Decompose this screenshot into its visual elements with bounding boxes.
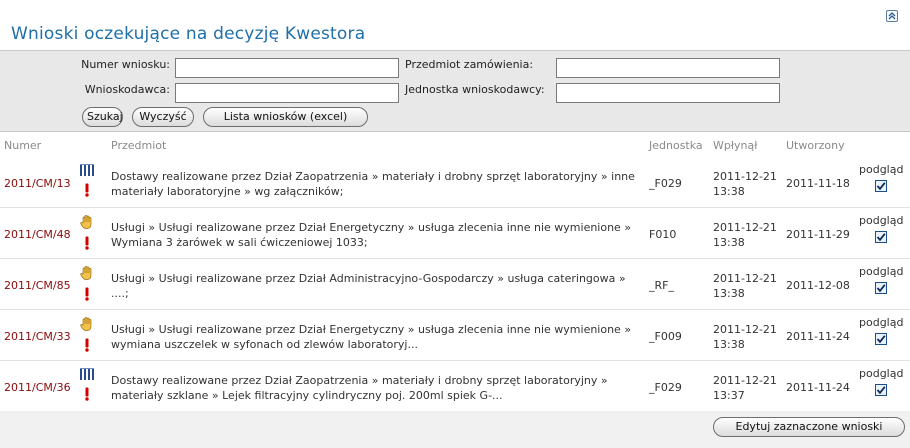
subject-text: Usługi » Usługi realizowane przez Dział … [111,272,626,300]
table-row: 2011/CM/48 Usługi » Usługi realizowane pr… [0,208,910,259]
col-przedmiot[interactable]: Przedmiot [111,139,166,152]
row-checkbox[interactable] [875,180,887,192]
table-row: 2011/CM/33 Usługi » Usługi realizowane pr… [0,310,910,361]
request-number-link[interactable]: 2011/CM/85 [4,279,71,292]
barcode-icon [79,163,95,180]
urgent-icon [83,287,95,304]
created-date: 2011-11-24 [786,330,850,343]
label-przedmiot: Przedmiot zamówienia: [405,58,534,71]
urgent-icon [85,338,89,352]
footer-bar: Edytuj zaznaczone wnioski [0,411,910,448]
urgent-icon [83,236,95,253]
preview-link[interactable]: podgląd [859,214,903,227]
received-date: 2011-12-21 13:38 [713,221,777,249]
col-numer[interactable]: Numer [4,139,41,152]
numer-input[interactable] [175,58,399,78]
urgent-icon [85,287,89,301]
table-header: Numer Przedmiot Jednostka Wpłynął Utworz… [0,139,910,157]
jednostka-input[interactable] [556,83,780,103]
urgent-icon [85,183,89,197]
urgent-icon [85,236,89,250]
status-icons [79,214,95,250]
status-icons [79,367,95,401]
hand-icon [79,316,95,335]
hand-icon [80,266,92,280]
edit-selected-button[interactable]: Edytuj zaznaczone wnioski [713,417,905,437]
barcode-icon [79,367,95,384]
hand-icon [80,317,92,331]
hand-icon [79,214,95,233]
hand-icon [80,215,92,229]
clear-button[interactable]: Wyczyść [132,107,194,127]
urgent-icon [85,387,89,401]
status-icons [79,265,95,301]
received-date: 2011-12-21 13:38 [713,323,777,351]
col-jednostka[interactable]: Jednostka [649,139,703,152]
search-button[interactable]: Szukaj [82,107,123,127]
barcode-icon [80,164,94,176]
request-number-link[interactable]: 2011/CM/36 [4,381,71,394]
urgent-icon [83,387,95,404]
collapse-icon[interactable] [886,10,898,22]
received-date: 2011-12-21 13:37 [713,374,777,402]
search-panel: Numer wniosku: Wnioskodawca: Przedmiot z… [0,50,910,132]
preview-link[interactable]: podgląd [859,316,903,329]
przedmiot-input[interactable] [556,58,780,78]
col-utworzony[interactable]: Utworzony [786,139,845,152]
unit-code: _RF_ [649,279,674,292]
created-date: 2011-11-29 [786,228,850,241]
received-date: 2011-12-21 13:38 [713,170,777,198]
subject-text: Dostawy realizowane przez Dział Zaopatrz… [111,170,635,198]
created-date: 2011-12-08 [786,279,850,292]
hand-icon [79,265,95,284]
request-number-link[interactable]: 2011/CM/48 [4,228,71,241]
unit-code: F010 [649,228,677,241]
page-title: Wnioski oczekujące na decyzję Kwestora [11,24,366,44]
label-wnioskodawca: Wnioskodawca: [84,83,170,96]
table-row: 2011/CM/36 Dostawy realizowane przez Dzia… [0,361,910,412]
row-checkbox[interactable] [875,282,887,294]
unit-code: _F029 [649,381,682,394]
preview-link[interactable]: podgląd [859,163,903,176]
received-date: 2011-12-21 13:38 [713,272,777,300]
row-checkbox[interactable] [875,231,887,243]
request-number-link[interactable]: 2011/CM/13 [4,177,71,190]
created-date: 2011-11-18 [786,177,850,190]
excel-list-button[interactable]: Lista wniosków (excel) [203,107,368,127]
urgent-icon [83,338,95,355]
unit-code: _F009 [649,330,682,343]
table-row: 2011/CM/13 Dostawy realizowane przez Dzia… [0,157,910,208]
barcode-icon [80,368,94,380]
status-icons [79,163,95,197]
created-date: 2011-11-24 [786,381,850,394]
row-checkbox[interactable] [875,384,887,396]
subject-text: Dostawy realizowane przez Dział Zaopatrz… [111,374,608,402]
col-wplynal[interactable]: Wpłynął [713,139,757,152]
row-checkbox[interactable] [875,333,887,345]
request-number-link[interactable]: 2011/CM/33 [4,330,71,343]
label-numer: Numer wniosku: [81,58,170,71]
preview-link[interactable]: podgląd [859,265,903,278]
subject-text: Usługi » Usługi realizowane przez Dział … [111,221,632,249]
wnioskodawca-input[interactable] [175,83,399,103]
preview-link[interactable]: podgląd [859,367,903,380]
table-row: 2011/CM/85 Usługi » Usługi realizowane pr… [0,259,910,310]
unit-code: _F029 [649,177,682,190]
label-jednostka: Jednostka wnioskodawcy: [405,83,545,96]
status-icons [79,316,95,352]
subject-text: Usługi » Usługi realizowane przez Dział … [111,323,632,351]
urgent-icon [83,183,95,200]
